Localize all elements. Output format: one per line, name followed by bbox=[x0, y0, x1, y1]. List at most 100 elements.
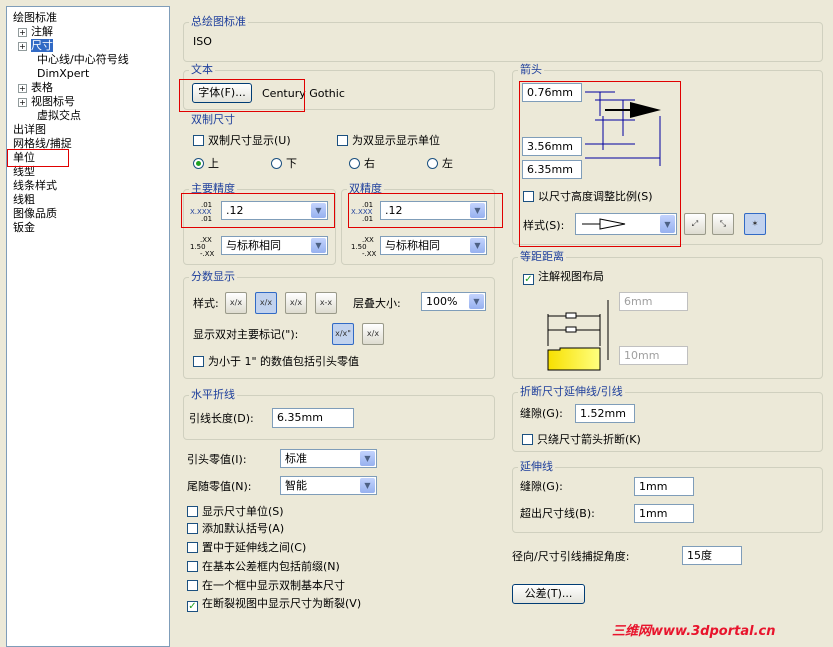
checkbox[interactable] bbox=[187, 506, 198, 517]
check-show-units[interactable]: 显示尺寸单位(S) bbox=[187, 505, 284, 518]
tree-item-label: 视图标号 bbox=[31, 95, 75, 108]
trailing-zero-select[interactable]: 智能 ▼ bbox=[280, 476, 377, 495]
radio-top-circle[interactable] bbox=[193, 158, 204, 169]
chevron-down-icon: ▼ bbox=[360, 478, 375, 493]
break-gap-input[interactable]: 1.52mm bbox=[575, 404, 635, 423]
leader-length-input[interactable]: 6.35mm bbox=[272, 408, 354, 428]
ext-gap-input[interactable]: 1mm bbox=[634, 477, 694, 496]
arrow-size-3[interactable]: 6.35mm bbox=[522, 160, 582, 179]
expand-icon[interactable]: + bbox=[18, 83, 27, 93]
dual-precision-icon-bot: .01 bbox=[362, 215, 374, 223]
radio-bottom-circle[interactable] bbox=[271, 158, 282, 169]
radio-right-circle[interactable] bbox=[349, 158, 360, 169]
radio-top[interactable]: 上 bbox=[193, 157, 219, 170]
tree-item[interactable]: 出详图 bbox=[13, 123, 46, 136]
chevron-down-icon: ▼ bbox=[470, 203, 485, 218]
expand-icon[interactable]: + bbox=[18, 27, 27, 37]
offset-input-2[interactable]: 10mm bbox=[619, 346, 688, 365]
fraction-style-diagonal[interactable]: x/x bbox=[225, 292, 247, 314]
checkbox[interactable] bbox=[187, 561, 198, 572]
tree-item-label: 表格 bbox=[31, 81, 53, 94]
only-arrows-check[interactable]: 只绕尺寸箭头折断(K) bbox=[522, 433, 641, 446]
tree-item[interactable]: 单位 bbox=[13, 151, 35, 164]
checkbox-checked[interactable]: ✓ bbox=[187, 601, 198, 612]
font-button[interactable]: 字体(F)... bbox=[192, 83, 252, 103]
tolerance-button[interactable]: 公差(T)... bbox=[512, 584, 585, 604]
radial-snap-input[interactable]: 15度 bbox=[682, 546, 742, 565]
arrow-size-2[interactable]: 3.56mm bbox=[522, 137, 582, 156]
tree-item[interactable]: + 注解 bbox=[18, 25, 53, 38]
tree-item[interactable]: + 表格 bbox=[18, 81, 53, 94]
tree-item[interactable]: 线型 bbox=[13, 165, 35, 178]
tree-item-label: 图像品质 bbox=[13, 207, 57, 220]
tree-item[interactable]: 虚拟交点 bbox=[37, 109, 81, 122]
annot-layout-check[interactable]: ✓ 注解视图布局 bbox=[523, 270, 604, 285]
primary-tolerance-select[interactable]: 与标称相同 ▼ bbox=[221, 236, 328, 255]
leading-zero-select[interactable]: 标准 ▼ bbox=[280, 449, 377, 468]
include-zero-check[interactable]: 为小于 1" 的数值包括引头零值 bbox=[193, 355, 359, 368]
arrow-smart-button[interactable]: ✶ bbox=[744, 213, 766, 235]
chevron-down-icon: ▼ bbox=[311, 238, 326, 253]
break-label: 水平折线 bbox=[189, 388, 237, 401]
check-center[interactable]: 置中于延伸线之间(C) bbox=[187, 541, 306, 554]
tree-item[interactable]: 线粗 bbox=[13, 193, 35, 206]
checkbox[interactable] bbox=[187, 580, 198, 591]
ext-beyond-label: 超出尺寸线(B): bbox=[520, 507, 595, 520]
only-arrows-checkbox[interactable] bbox=[522, 434, 533, 445]
ext-beyond-input[interactable]: 1mm bbox=[634, 504, 694, 523]
annot-layout-checkbox[interactable]: ✓ bbox=[523, 274, 534, 285]
fraction-style-dash[interactable]: x-x bbox=[315, 292, 337, 314]
include-zero-checkbox[interactable] bbox=[193, 356, 204, 367]
tree-item[interactable]: 网格线/捕捉 bbox=[13, 137, 72, 150]
check-dual-basic[interactable]: 在一个框中显示双制基本尺寸 bbox=[187, 579, 345, 592]
expand-icon[interactable]: + bbox=[18, 97, 27, 107]
offset-input-1[interactable]: 6mm bbox=[619, 292, 688, 311]
stack-size-select[interactable]: 100% ▼ bbox=[421, 292, 486, 311]
checkbox[interactable] bbox=[187, 542, 198, 553]
break-ext-label: 折断尺寸延伸线/引线 bbox=[518, 385, 625, 398]
check-add-brackets[interactable]: 添加默认括号(A) bbox=[187, 522, 284, 535]
dual-mark-inch[interactable]: x/x" bbox=[332, 323, 354, 345]
leading-zero-label: 引头零值(I): bbox=[187, 453, 247, 466]
tree-item[interactable]: 图像品质 bbox=[13, 207, 57, 220]
check-prefix[interactable]: 在基本公差框内包括前缀(N) bbox=[187, 560, 340, 573]
arrow-style-select[interactable]: ▼ bbox=[575, 213, 677, 235]
expand-icon[interactable]: + bbox=[18, 41, 27, 51]
tree-item[interactable]: + 视图标号 bbox=[18, 95, 75, 108]
dual-precision-select[interactable]: .12 ▼ bbox=[380, 201, 487, 220]
dual-units-check[interactable]: 为双显示显示单位 bbox=[337, 134, 440, 147]
fraction-style-label: 样式: bbox=[193, 297, 219, 310]
fraction-style-stacked[interactable]: x/x bbox=[255, 292, 277, 314]
tree-item[interactable]: 线条样式 bbox=[13, 179, 57, 192]
arrow-outside-button[interactable]: ⤢ bbox=[684, 213, 706, 235]
radio-right[interactable]: 右 bbox=[349, 157, 375, 170]
chevron-down-icon: ▼ bbox=[660, 215, 675, 233]
offset-label: 等距距离 bbox=[518, 250, 566, 263]
text-label: 文本 bbox=[189, 63, 215, 76]
tree-item[interactable]: 钣金 bbox=[13, 221, 35, 234]
tree-item[interactable]: DimXpert bbox=[37, 67, 89, 80]
fraction-style-slash[interactable]: x/x bbox=[285, 292, 307, 314]
radio-left-circle[interactable] bbox=[427, 158, 438, 169]
dual-units-checkbox[interactable] bbox=[337, 135, 348, 146]
scale-check[interactable]: 以尺寸高度调整比例(S) bbox=[523, 190, 653, 203]
dual-show-checkbox[interactable] bbox=[193, 135, 204, 146]
tree-item[interactable]: + 尺寸 bbox=[18, 39, 53, 52]
radio-left[interactable]: 左 bbox=[427, 157, 453, 170]
primary-precision-select[interactable]: .12 ▼ bbox=[221, 201, 328, 220]
chevron-down-icon: ▼ bbox=[311, 203, 326, 218]
options-tree[interactable]: 绘图标准 + 注解 + 尺寸 中心线/中心符号线 DimXpert + 表格 + 视图标号 虚拟交点出… bbox=[6, 6, 170, 647]
standard-value: ISO bbox=[193, 35, 212, 48]
dual-mark-plain[interactable]: x/x bbox=[362, 323, 384, 345]
dual-tolerance-select[interactable]: 与标称相同 ▼ bbox=[380, 236, 487, 255]
check-broken-view[interactable]: ✓ 在断裂视图中显示尺寸为断裂(V) bbox=[187, 597, 361, 612]
checkbox[interactable] bbox=[187, 523, 198, 534]
arrow-size-1[interactable]: 0.76mm bbox=[522, 83, 582, 102]
scale-checkbox[interactable] bbox=[523, 191, 534, 202]
tree-item[interactable]: 绘图标准 bbox=[13, 11, 57, 24]
arrow-inside-button[interactable]: ⤡ bbox=[712, 213, 734, 235]
radio-bottom[interactable]: 下 bbox=[271, 157, 297, 170]
tree-item[interactable]: 中心线/中心符号线 bbox=[37, 53, 129, 66]
dual-show-check[interactable]: 双制尺寸显示(U) bbox=[193, 134, 291, 147]
tree-item-label: DimXpert bbox=[37, 67, 90, 80]
